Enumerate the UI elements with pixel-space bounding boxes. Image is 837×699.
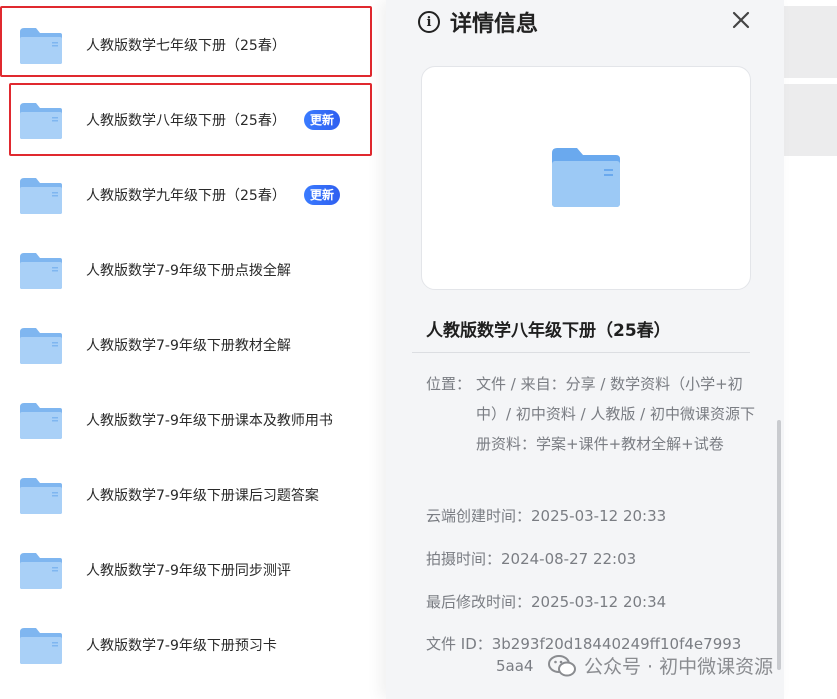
shot-time: 拍摄时间：2024-08-27 22:03: [426, 550, 637, 568]
folder-icon: [20, 553, 62, 589]
file-name: 人教版数学7-9年级下册点拨全解: [86, 263, 291, 279]
location-label: 位置：: [426, 375, 472, 393]
location-value: 文件 / 来自：分享 / 数学资料（小学+初中）/ 初中资料 / 人教版 / 初…: [476, 375, 756, 453]
highlight-box: [9, 83, 372, 156]
detail-file-name: 人教版数学八年级下册（25春）: [426, 321, 671, 341]
file-list: 人教版数学七年级下册（25春） 人教版数学八年级下册（25春） 更新 人教版数学…: [0, 0, 386, 699]
close-icon[interactable]: [729, 8, 753, 32]
wechat-icon: [548, 654, 576, 676]
file-id-continued: 5aa4: [496, 657, 534, 675]
file-name: 人教版数学7-9年级下册同步测评: [86, 563, 291, 579]
file-name: 人教版数学7-9年级下册预习卡: [86, 638, 277, 654]
panel-header: i 详情信息: [418, 6, 538, 38]
folder-icon: [20, 403, 62, 439]
highlight-box: [0, 6, 372, 77]
file-row[interactable]: 人教版数学7-9年级下册课本及教师用书: [0, 383, 386, 458]
file-row[interactable]: 人教版数学7-9年级下册教材全解: [0, 308, 386, 383]
folder-icon: [20, 178, 62, 214]
folder-icon: [20, 478, 62, 514]
folder-icon: [20, 253, 62, 289]
preview-card: [421, 66, 751, 290]
file-name: 人教版数学7-9年级下册课后习题答案: [86, 488, 319, 504]
panel-title: 详情信息: [450, 12, 539, 37]
watermark-text: 公众号 · 初中微课资源: [584, 656, 774, 678]
modified-time: 最后修改时间：2025-03-12 20:34: [426, 593, 667, 611]
file-row[interactable]: 人教版数学7-9年级下册预习卡: [0, 608, 386, 683]
file-row[interactable]: 人教版数学九年级下册（25春） 更新: [0, 158, 386, 233]
file-name: 人教版数学九年级下册（25春）: [86, 188, 286, 204]
folder-icon: [20, 328, 62, 364]
location-info: 位置： 文件 / 来自：分享 / 数学资料（小学+初中）/ 初中资料 / 人教版…: [426, 369, 756, 459]
divider: [412, 352, 750, 353]
file-row[interactable]: 人教版数学7-9年级下册同步测评: [0, 533, 386, 608]
file-row[interactable]: 人教版数学7-9年级下册点拨全解: [0, 233, 386, 308]
info-icon: i: [418, 11, 440, 33]
created-time: 云端创建时间：2025-03-12 20:33: [426, 507, 667, 525]
folder-icon: [20, 628, 62, 664]
watermark: 公众号 · 初中微课资源: [548, 652, 773, 679]
details-panel: i 详情信息 人教版数学八年级下册（25春） 位置： 文件 / 来自：分享 / …: [386, 0, 784, 699]
folder-icon: [552, 148, 620, 207]
file-row[interactable]: 人教版数学7-9年级下册课后习题答案: [0, 458, 386, 533]
scrollbar[interactable]: [777, 420, 781, 670]
update-badge: 更新: [304, 185, 341, 205]
file-name: 人教版数学7-9年级下册课本及教师用书: [86, 413, 333, 429]
file-name: 人教版数学7-9年级下册教材全解: [86, 338, 291, 354]
